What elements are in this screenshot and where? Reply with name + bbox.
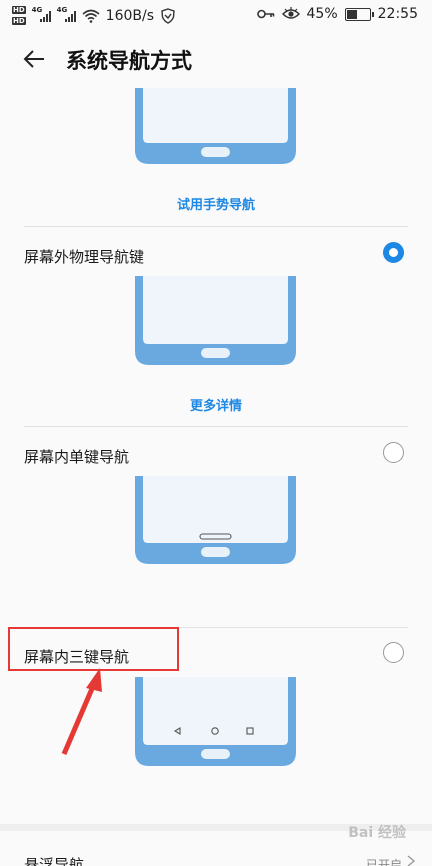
physical-keys-illustration xyxy=(135,276,296,365)
option-physical-nav-keys[interactable]: 屏幕外物理导航键 xyxy=(0,234,432,282)
back-arrow-icon[interactable] xyxy=(22,46,48,72)
divider xyxy=(24,226,408,227)
floating-nav-status: 已开启 xyxy=(365,858,402,866)
clock: 22:55 xyxy=(377,6,418,22)
app-header: 系统导航方式 xyxy=(0,36,432,82)
signal-icon: 4G xyxy=(32,6,51,22)
option-label: 屏幕内单键导航 xyxy=(24,448,130,466)
floating-nav-label: 悬浮导航 xyxy=(24,856,85,866)
radio-physical-nav-keys[interactable] xyxy=(383,242,404,263)
annotation-arrow-icon xyxy=(61,668,102,755)
option-label: 屏幕外物理导航键 xyxy=(24,248,145,266)
single-key-illustration xyxy=(135,476,296,564)
three-key-illustration xyxy=(135,677,296,766)
try-gesture-link[interactable]: 试用手势导航 xyxy=(0,194,432,213)
wifi-icon xyxy=(82,9,100,23)
status-bar: HD HD 4G 4G 160B/s 45% 22:55 xyxy=(0,0,432,32)
page-title: 系统导航方式 xyxy=(66,49,192,73)
battery-icon xyxy=(344,7,374,21)
signal-icon: 4G xyxy=(57,6,76,22)
hd-icons: HD HD xyxy=(12,6,26,25)
shield-icon xyxy=(161,7,175,24)
hd-icon: HD xyxy=(12,17,26,25)
eye-icon xyxy=(281,7,300,19)
network-speed: 160B/s xyxy=(105,7,155,24)
divider xyxy=(24,426,408,427)
more-details-link[interactable]: 更多详情 xyxy=(0,395,432,414)
chevron-right-icon xyxy=(407,855,416,866)
option-single-key-nav[interactable]: 屏幕内单键导航 xyxy=(0,434,432,482)
watermark: Bai 经验 xyxy=(348,825,406,841)
radio-single-key-nav[interactable] xyxy=(383,442,404,463)
gesture-nav-illustration xyxy=(135,88,296,164)
hd-icon: HD xyxy=(12,6,26,14)
radio-three-key-nav[interactable] xyxy=(383,642,404,663)
key-icon xyxy=(256,9,274,19)
battery-percent: 45% xyxy=(306,6,338,22)
